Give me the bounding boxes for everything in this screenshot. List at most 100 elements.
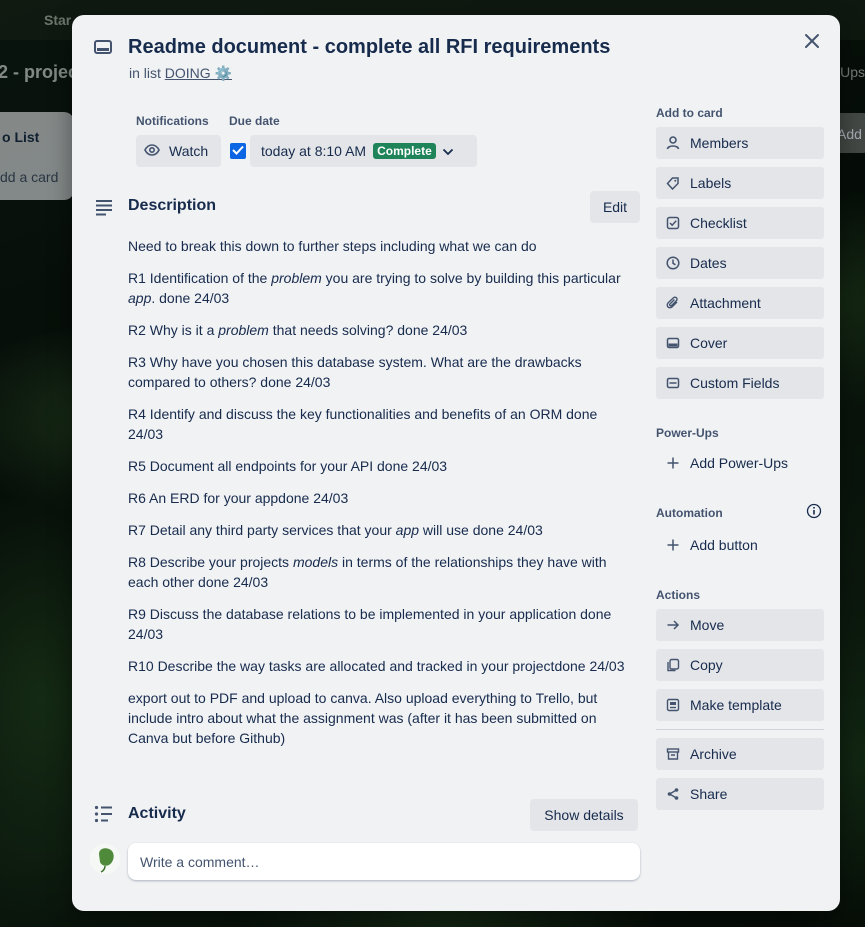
add-power-ups-label: Add Power-Ups [690,455,789,471]
description-text: R10 Describe the way tasks are allocated… [128,658,625,674]
description-paragraph: R10 Describe the way tasks are allocated… [128,656,636,676]
add-button-button[interactable]: Add button [656,529,824,561]
plus-icon [666,456,680,470]
avatar[interactable] [90,844,120,874]
due-complete-checkbox[interactable] [230,143,246,159]
description-paragraph: R2 Why is it a problem that needs solvin… [128,320,636,340]
board-power-ups-label: Ups [840,64,865,80]
description-text: R1 Identification of the [128,270,272,286]
due-date-label: Due date [229,114,280,128]
cover-label: Cover [690,335,728,351]
copy-button[interactable]: Copy [656,649,824,681]
description-text: . done 24/03 [151,290,230,306]
checklist-button[interactable]: Checklist [656,207,824,239]
custom-fields-label: Custom Fields [690,375,780,391]
copy-icon [666,658,680,672]
description-italic-text: app [128,290,152,306]
copy-label: Copy [690,657,723,673]
board-title: 2 - projec [0,62,79,82]
description-text: R3 Why have you chosen this database sys… [128,354,582,390]
description-paragraph: R5 Document all endpoints for your API d… [128,456,636,476]
custom-fields-button[interactable]: Custom Fields [656,367,824,399]
show-details-button[interactable]: Show details [530,799,638,831]
in-list-prefix: in list [129,65,161,81]
description-paragraph: Need to break this down to further steps… [128,236,636,256]
notifications-label: Notifications [136,114,209,128]
close-button[interactable] [798,29,826,57]
board-add-card-link: dd a card [0,169,59,185]
checkbox-icon [666,216,680,230]
share-icon [666,787,680,801]
description-body[interactable]: Need to break this down to further steps… [128,236,636,760]
attachment-button[interactable]: Attachment [656,287,824,319]
card-icon [94,39,112,55]
comment-input[interactable] [128,843,640,880]
description-italic-text: models [292,554,339,570]
add-to-card-label: Add to card [656,106,723,120]
description-paragraph: R6 An ERD for your appdone 24/03 [128,488,636,508]
archive-label: Archive [690,746,737,762]
card-list-info: in list DOING ⚙️ [129,65,232,82]
move-label: Move [690,617,725,633]
paperclip-icon [666,296,680,310]
clock-icon [666,256,680,270]
share-button[interactable]: Share [656,778,824,810]
members-label: Members [690,135,749,151]
watch-button[interactable]: Watch [136,135,221,167]
board-list: o List dd a card [0,112,74,200]
description-paragraph: R7 Detail any third party services that … [128,520,636,540]
plus-icon [666,538,680,552]
actions-divider [656,729,824,730]
activity-icon [94,805,114,823]
board-header-star-label: Star [44,12,72,28]
description-italic-text: app [395,522,420,538]
tag-icon [666,176,680,190]
checkmark-icon [232,142,244,160]
attachment-label: Attachment [690,295,761,311]
description-paragraph: export out to PDF and upload to canva. A… [128,688,636,748]
archive-button[interactable]: Archive [656,738,824,770]
edit-description-button[interactable]: Edit [590,191,640,223]
description-icon [94,199,114,217]
watch-label: Watch [169,143,209,159]
due-date-button[interactable]: today at 8:10 AM Complete [250,135,477,167]
close-icon [804,33,820,54]
description-paragraph: R4 Identify and discuss the key function… [128,404,636,444]
dates-button[interactable]: Dates [656,247,824,279]
members-button[interactable]: Members [656,127,824,159]
share-label: Share [690,786,728,802]
description-paragraph: R9 Discuss the database relations to be … [128,604,636,644]
automation-label: Automation [656,506,723,520]
activity-heading: Activity [128,805,186,822]
cover-button[interactable]: Cover [656,327,824,359]
card-title[interactable]: Readme document - complete all RFI requi… [128,36,610,59]
add-power-ups-button[interactable]: Add Power-Ups [656,447,824,479]
description-text: R2 Why is it a [128,322,219,338]
template-icon [666,698,680,712]
labels-button[interactable]: Labels [656,167,824,199]
add-button-label: Add button [690,537,758,553]
list-name-link[interactable]: DOING ⚙️ [165,65,232,81]
description-italic-text: problem [218,322,269,338]
eye-icon [144,143,160,159]
card-cover-icon [666,336,680,350]
make-template-button[interactable]: Make template [656,689,824,721]
custom-fields-icon [666,376,680,390]
description-text: Need to break this down to further steps… [128,238,537,254]
description-text: R9 Discuss the database relations to be … [128,606,612,642]
info-icon[interactable] [806,503,822,524]
card-detail-modal: Readme document - complete all RFI requi… [72,15,840,911]
dates-label: Dates [690,255,727,271]
person-icon [666,136,680,150]
move-button[interactable]: Move [656,609,824,641]
description-heading: Description [128,197,217,214]
description-paragraph: R1 Identification of the problem you are… [128,268,636,308]
description-text: R8 Describe your projects [128,554,293,570]
description-paragraph: R3 Why have you chosen this database sys… [128,352,636,392]
description-text: R7 Detail any third party services that … [128,522,396,538]
description-text: R4 Identify and discuss the key function… [128,406,598,442]
make-template-label: Make template [690,697,782,713]
description-text: export out to PDF and upload to canva. A… [128,690,598,746]
description-text: R5 Document all endpoints for your API d… [128,458,448,474]
due-date-value: today at 8:10 AM [261,143,367,159]
